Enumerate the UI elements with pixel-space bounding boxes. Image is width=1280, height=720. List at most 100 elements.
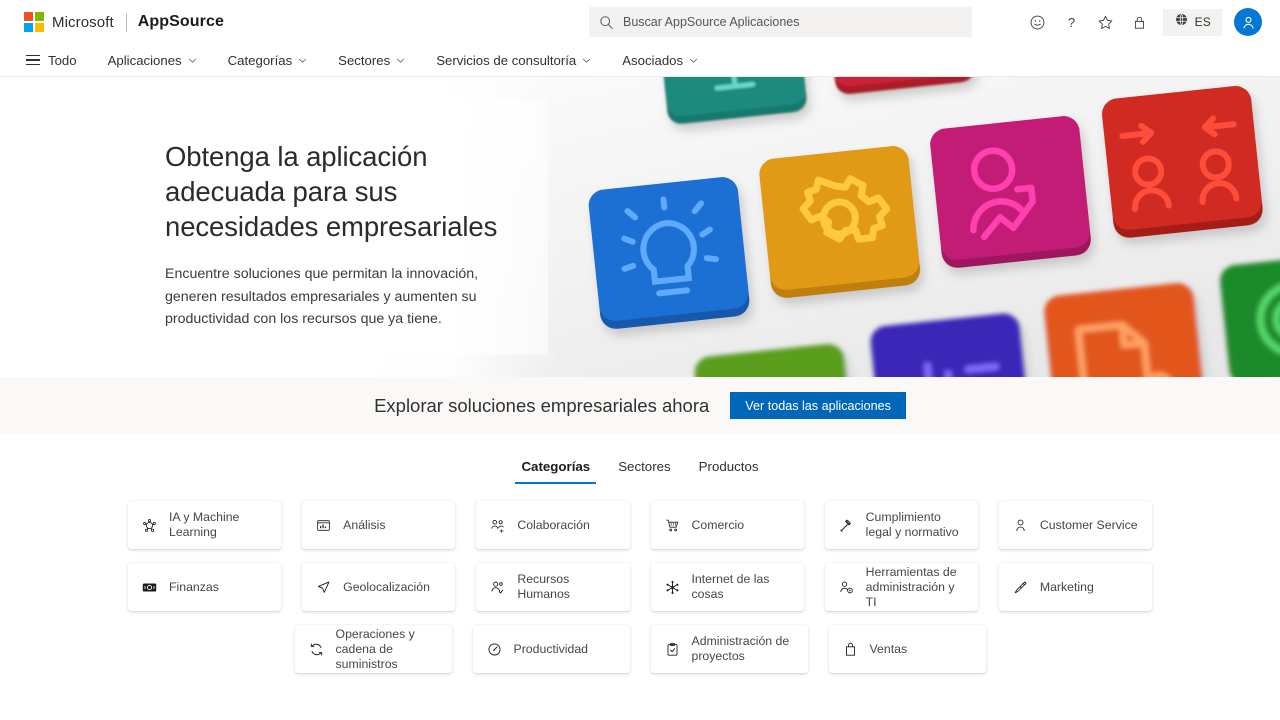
language-selector[interactable]: ES — [1162, 8, 1222, 36]
microsoft-logo-icon — [24, 12, 44, 32]
category-card-herramientas-de-administracion-y-ti[interactable]: Herramientas de administración y TI — [824, 563, 978, 611]
globe-icon — [1174, 12, 1189, 32]
category-card-internet-de-las-cosas[interactable]: Internet de las cosas — [650, 563, 804, 611]
nav-item-sectores[interactable]: Sectores — [338, 53, 405, 68]
category-card-geolocalizacion[interactable]: Geolocalización — [302, 563, 456, 611]
category-card-colaboracion[interactable]: Colaboración — [476, 501, 630, 549]
person-settings-icon — [838, 580, 855, 595]
category-label: Marketing — [1039, 579, 1094, 594]
category-card-productividad[interactable]: Productividad — [472, 625, 630, 673]
category-card-ia-y-machine-learning[interactable]: IA y Machine Learning — [127, 501, 282, 549]
gauge-icon — [486, 642, 503, 657]
nav-item-label: Servicios de consultoría — [436, 52, 577, 68]
tab-categorias[interactable]: Categorías — [507, 459, 604, 484]
category-label: Operaciones y cadena de suministros — [335, 626, 415, 671]
view-all-apps-button[interactable]: Ver todas las aplicaciones — [730, 392, 906, 419]
category-card-cumplimiento-legal-y-normativo[interactable]: Cumplimiento legal y normativo — [824, 501, 978, 549]
chevron-down-icon — [582, 53, 591, 68]
category-card-operaciones-y-cadena-de-suministros[interactable]: Operaciones y cadena de suministros — [294, 625, 452, 673]
hero-title: Obtenga la aplicación adecuada para sus … — [165, 141, 498, 242]
search-icon — [599, 15, 614, 30]
category-label: Recursos Humanos — [517, 572, 570, 601]
appsource-wordmark: AppSource — [137, 13, 224, 30]
microsoft-wordmark: Microsoft — [52, 13, 114, 31]
category-label: Geolocalización — [343, 579, 430, 594]
iot-nodes-icon — [664, 580, 681, 595]
category-card-recursos-humanos[interactable]: Recursos Humanos — [476, 563, 630, 611]
favorites-star-icon[interactable] — [1089, 5, 1123, 39]
category-card-comercio[interactable]: Comercio — [650, 501, 804, 549]
language-code: ES — [1194, 15, 1211, 29]
refresh-cycle-icon — [308, 642, 325, 657]
logo-divider — [125, 12, 127, 32]
category-label: Colaboración — [517, 517, 590, 532]
person-headset-icon — [1012, 518, 1029, 533]
chevron-down-icon — [188, 53, 197, 68]
person-check-icon — [489, 580, 506, 595]
ai-network-icon — [141, 518, 158, 533]
category-label: Cumplimiento legal y normativo — [865, 510, 959, 539]
nav-item-label: Todo — [48, 52, 77, 68]
hero-banner: Obtenga la aplicación adecuada para sus … — [0, 77, 1280, 377]
nav-item-asociados[interactable]: Asociados — [622, 53, 698, 68]
nav-item-aplicaciones[interactable]: Aplicaciones — [108, 53, 197, 68]
category-label: Herramientas de administración y TI — [865, 564, 957, 609]
tab-productos[interactable]: Productos — [685, 459, 773, 484]
nav-item-label: Categorías — [227, 52, 293, 68]
search-box[interactable] — [589, 7, 972, 37]
briefcase-bag-icon — [842, 642, 859, 657]
category-card-ventas[interactable]: Ventas — [828, 625, 986, 673]
shopping-cart-icon — [664, 518, 681, 533]
help-question-icon[interactable]: ? — [1055, 5, 1089, 39]
top-bar-actions: ? ES — [1021, 0, 1262, 44]
hamburger-menu-icon — [26, 54, 40, 66]
analytics-chart-icon — [315, 518, 332, 533]
collaboration-people-icon — [489, 518, 506, 533]
explore-banner-text: Explorar soluciones empresariales ahora — [374, 394, 710, 416]
nav-item-label: Sectores — [338, 52, 391, 68]
category-row: IA y Machine Learning Análisis Colaborac… — [127, 501, 1153, 549]
category-label: Administración de proyectos — [691, 634, 790, 663]
nav-item-label: Aplicaciones — [107, 52, 182, 68]
category-card-administracion-de-proyectos[interactable]: Administración de proyectos — [650, 625, 808, 673]
category-label: Finanzas — [168, 579, 219, 594]
avatar[interactable] — [1234, 8, 1262, 36]
money-bill-icon — [141, 580, 158, 595]
category-card-customer-service[interactable]: Customer Service — [998, 501, 1153, 549]
category-label: Ventas — [869, 641, 908, 656]
explore-banner: Explorar soluciones empresariales ahora … — [0, 377, 1280, 434]
category-card-marketing[interactable]: Marketing — [998, 563, 1153, 611]
tab-sectores[interactable]: Sectores — [604, 459, 684, 484]
category-row: Operaciones y cadena de suministros Prod… — [128, 625, 1152, 673]
category-label: Productividad — [513, 641, 589, 656]
chevron-down-icon — [298, 53, 307, 68]
main-navigation: Todo Aplicaciones Categorías Sectores Se… — [0, 44, 1280, 77]
hero-copy: Obtenga la aplicación adecuada para sus … — [165, 139, 525, 331]
category-card-finanzas[interactable]: Finanzas — [127, 563, 282, 611]
category-card-analisis[interactable]: Análisis — [302, 501, 456, 549]
category-label: Customer Service — [1039, 517, 1138, 532]
nav-item-label: Asociados — [622, 52, 684, 68]
category-tabs: Categorías Sectores Productos — [0, 459, 1280, 484]
microsoft-appsource-logo[interactable]: Microsoft AppSource — [24, 12, 224, 32]
category-label: Comercio — [691, 517, 745, 532]
clipboard-check-icon — [664, 642, 681, 657]
top-bar: Microsoft AppSource ? ES — [0, 0, 1280, 44]
category-row: Finanzas Geolocalización Recursos Humano… — [127, 563, 1153, 611]
megaphone-pen-icon — [1012, 580, 1029, 595]
nav-item-categorias[interactable]: Categorías — [228, 53, 308, 68]
feedback-smiley-icon[interactable] — [1021, 5, 1055, 39]
svg-text:?: ? — [1068, 14, 1075, 29]
category-grid: IA y Machine Learning Análisis Colaborac… — [0, 501, 1280, 673]
nav-item-servicios-de-consultoria[interactable]: Servicios de consultoría — [436, 53, 591, 68]
hero-subtitle: Encuentre soluciones que permitan la inn… — [165, 266, 479, 327]
search-input[interactable] — [623, 15, 962, 29]
location-arrow-icon — [315, 580, 332, 595]
privacy-lock-icon[interactable] — [1123, 5, 1157, 39]
gavel-icon — [838, 518, 855, 533]
chevron-down-icon — [396, 53, 405, 68]
category-label: IA y Machine Learning — [168, 510, 240, 539]
nav-item-todo[interactable]: Todo — [26, 53, 77, 68]
category-label: Internet de las cosas — [691, 572, 770, 601]
category-label: Análisis — [343, 517, 386, 532]
